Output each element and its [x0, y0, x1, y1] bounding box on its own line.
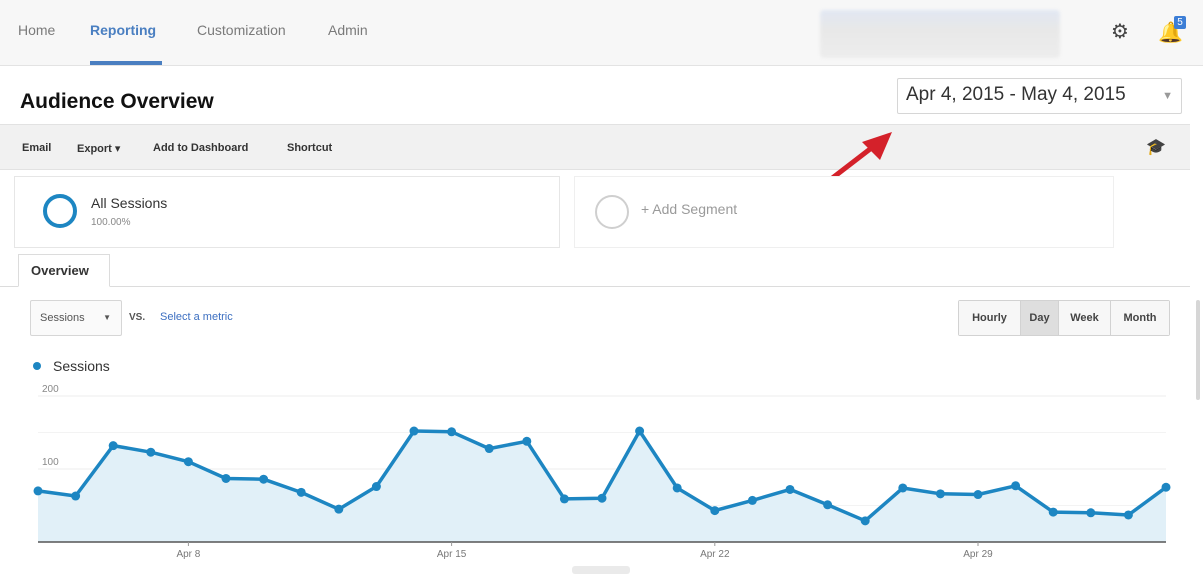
granularity-week-button[interactable]: Week: [1059, 301, 1111, 335]
data-point[interactable]: [747, 495, 757, 505]
empty-segment-icon: [595, 195, 629, 229]
data-point[interactable]: [973, 490, 983, 500]
data-point[interactable]: [823, 500, 833, 510]
metric-dropdown[interactable]: Sessions ▼: [30, 300, 122, 336]
data-point[interactable]: [860, 516, 870, 526]
data-point[interactable]: [1011, 481, 1021, 491]
data-point[interactable]: [559, 494, 569, 504]
add-segment-button[interactable]: + Add Segment: [574, 176, 1114, 248]
data-point[interactable]: [935, 489, 945, 499]
vs-label: VS.: [129, 312, 146, 323]
gear-icon[interactable]: ⚙: [1108, 20, 1132, 44]
y-tick-label: 200: [42, 384, 59, 395]
date-range-picker[interactable]: Apr 4, 2015 - May 4, 2015 ▼: [897, 78, 1182, 114]
data-point[interactable]: [409, 426, 419, 436]
data-point[interactable]: [221, 473, 231, 483]
page-title: Audience Overview: [20, 90, 214, 113]
granularity-hourly-button[interactable]: Hourly: [959, 301, 1021, 335]
segment-name: All Sessions: [91, 195, 168, 211]
notification-badge: 5: [1174, 16, 1186, 29]
chevron-down-icon: ▼: [103, 313, 111, 322]
x-tick-label: Apr 8: [176, 549, 200, 560]
chart-resize-handle[interactable]: [572, 566, 630, 574]
data-point[interactable]: [108, 441, 118, 451]
data-point[interactable]: [1161, 482, 1171, 492]
data-point[interactable]: [710, 506, 720, 516]
data-point[interactable]: [898, 483, 908, 493]
segment-all-sessions[interactable]: All Sessions 100.00%: [14, 176, 560, 248]
x-tick-label: Apr 15: [437, 549, 467, 560]
notifications-button[interactable]: 🔔 5: [1158, 16, 1186, 46]
data-point[interactable]: [522, 436, 532, 446]
shortcut-button[interactable]: Shortcut: [287, 142, 332, 154]
metric-dropdown-value: Sessions: [40, 312, 85, 324]
export-button[interactable]: Export ▾: [77, 142, 120, 155]
top-navigation: Home Reporting Customization Admin ⚙ 🔔 5: [0, 0, 1203, 66]
date-range-text: Apr 4, 2015 - May 4, 2015: [906, 84, 1126, 105]
data-point[interactable]: [334, 504, 344, 514]
data-point[interactable]: [1086, 508, 1096, 518]
email-button[interactable]: Email: [22, 142, 51, 154]
add-segment-label: + Add Segment: [641, 201, 738, 217]
legend-label-sessions: Sessions: [53, 358, 110, 374]
active-tab-indicator: [90, 61, 162, 65]
graduation-cap-icon[interactable]: 🎓: [1146, 137, 1166, 157]
chevron-down-icon: ▼: [1162, 90, 1173, 102]
data-point[interactable]: [371, 482, 381, 492]
data-point[interactable]: [635, 426, 645, 436]
tab-overview[interactable]: Overview: [18, 254, 110, 287]
data-point[interactable]: [296, 487, 306, 497]
legend-dot: [33, 362, 41, 370]
data-point[interactable]: [183, 457, 193, 467]
y-tick-label: 100: [42, 457, 59, 468]
select-metric-link[interactable]: Select a metric: [160, 311, 233, 323]
account-selector[interactable]: [820, 10, 1060, 58]
data-point[interactable]: [1123, 510, 1133, 520]
page-scrollbar[interactable]: [1196, 300, 1200, 400]
nav-customization[interactable]: Customization: [197, 22, 286, 38]
data-point[interactable]: [259, 474, 269, 484]
nav-reporting[interactable]: Reporting: [90, 22, 156, 38]
data-point[interactable]: [484, 444, 494, 454]
sessions-line-chart: 200 100 Apr 8 Apr 15 Apr 22 Apr 29: [33, 384, 1171, 560]
granularity-day-button[interactable]: Day: [1021, 301, 1059, 335]
data-point[interactable]: [597, 493, 607, 503]
data-point[interactable]: [785, 484, 795, 494]
data-point[interactable]: [71, 491, 81, 501]
tab-divider: [0, 286, 1190, 287]
data-point[interactable]: [33, 486, 43, 496]
nav-admin[interactable]: Admin: [328, 22, 368, 38]
x-tick-label: Apr 29: [963, 549, 993, 560]
x-tick-label: Apr 22: [700, 549, 730, 560]
data-point[interactable]: [447, 427, 457, 437]
segment-percent: 100.00%: [91, 217, 131, 228]
segment-ring-icon: [43, 194, 77, 228]
data-point[interactable]: [146, 447, 156, 457]
data-point[interactable]: [672, 483, 682, 493]
sessions-area: [38, 431, 1166, 542]
granularity-toggle: Hourly Day Week Month: [958, 300, 1170, 336]
granularity-month-button[interactable]: Month: [1111, 301, 1169, 335]
add-to-dashboard-button[interactable]: Add to Dashboard: [153, 142, 248, 154]
data-point[interactable]: [1048, 507, 1058, 517]
report-toolbar: Email Export ▾ Add to Dashboard Shortcut…: [0, 124, 1190, 170]
nav-home[interactable]: Home: [18, 22, 55, 38]
